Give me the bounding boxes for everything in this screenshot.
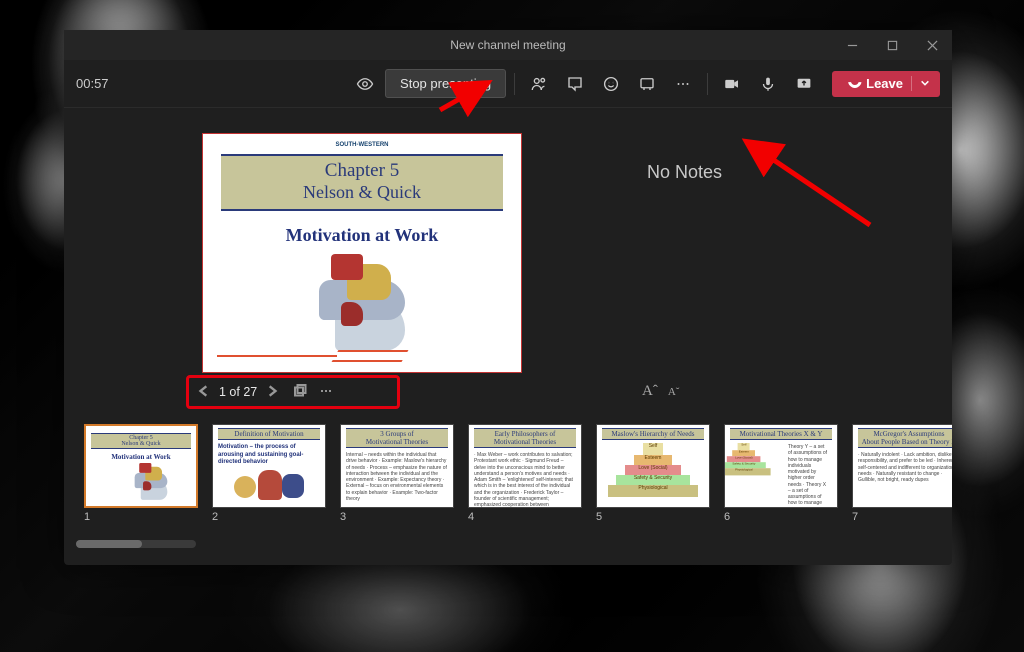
people-icon[interactable]: [523, 68, 555, 100]
notes-font-size-controls: Aˆ Aˇ: [642, 383, 679, 400]
slide-publisher-logo: SOUTH-WESTERN: [203, 142, 521, 148]
slide-main-title: Motivation at Work: [203, 225, 521, 246]
private-view-icon[interactable]: [349, 68, 381, 100]
window-close-button[interactable]: [912, 30, 952, 60]
chat-icon[interactable]: [559, 68, 591, 100]
window-controls: [832, 30, 952, 60]
slide-title-bar: Chapter 5 Nelson & Quick: [221, 154, 503, 211]
thumb-body: · Naturally indolent · Lack ambition, di…: [853, 451, 952, 484]
thumb-body: · Max Weber – work contributes to salvat…: [469, 451, 581, 508]
thumbnail[interactable]: McGregor's Assumptions About People Base…: [852, 424, 952, 524]
thumb-number: 1: [84, 511, 198, 523]
next-slide-button[interactable]: [265, 384, 279, 401]
thumbnail[interactable]: Early Philosophers of Motivational Theor…: [468, 424, 582, 524]
toolbar-separator: [514, 73, 515, 95]
chevron-down-icon: [911, 76, 930, 91]
thumb-bar-line: Maslow's Hierarchy of Needs: [602, 428, 704, 440]
teams-meeting-window: New channel meeting 00:57 Stop presentin…: [64, 30, 952, 565]
thumb-title: Motivation at Work: [86, 453, 196, 461]
slide-accent-line: [217, 352, 457, 360]
thumbnail-scrollbar[interactable]: [76, 540, 196, 548]
slide-counter: 1 of 27: [219, 385, 257, 399]
pyramid-graphic: Self Esteem Love (Social) Safety & Secur…: [608, 443, 698, 497]
presenter-view: SOUTH-WESTERN Chapter 5 Nelson & Quick M…: [64, 108, 952, 565]
thumbnail[interactable]: Maslow's Hierarchy of Needs Self Esteem …: [596, 424, 710, 524]
prev-slide-button[interactable]: [197, 384, 211, 401]
thumb-body: Internal – needs within the individual t…: [341, 451, 453, 503]
popout-icon[interactable]: [293, 384, 307, 401]
thumb-body-head: Motivation – the process of arousing and…: [218, 444, 303, 465]
slide-navigation-bar: 1 of 27: [186, 375, 400, 409]
thumb-bar-line: 3 Groups of: [346, 430, 448, 438]
more-actions-icon[interactable]: [667, 68, 699, 100]
thumb-number: 2: [212, 511, 326, 523]
font-increase-button[interactable]: Aˆ: [642, 383, 658, 400]
thumb-bar-line: Motivational Theories: [346, 438, 448, 446]
window-titlebar: New channel meeting: [64, 30, 952, 60]
thumbnail[interactable]: 3 Groups of Motivational Theories Intern…: [340, 424, 454, 524]
mic-icon[interactable]: [752, 68, 784, 100]
thumb-bar-line: About People Based on Theory X: [858, 438, 952, 446]
thumbnail[interactable]: Motivational Theories X & Y Self Esteem …: [724, 424, 838, 524]
window-maximize-button[interactable]: [872, 30, 912, 60]
stop-presenting-button[interactable]: Stop presenting: [385, 69, 506, 98]
scrollbar-thumb[interactable]: [76, 540, 142, 548]
pyramid-level: Self: [643, 443, 663, 455]
thumb-number: 4: [468, 511, 582, 523]
leave-button-label: Leave: [866, 76, 903, 91]
call-timer: 00:57: [76, 76, 109, 91]
window-minimize-button[interactable]: [832, 30, 872, 60]
thumb-body: Theory Y – a set of assumptions of how t…: [783, 443, 834, 508]
thumb-bar-line: Definition of Motivation: [218, 428, 320, 440]
thumbnail[interactable]: Chapter 5 Nelson & Quick Motivation at W…: [84, 424, 198, 524]
font-decrease-button[interactable]: Aˇ: [668, 386, 680, 398]
thumb-bar-line: McGregor's Assumptions: [858, 430, 952, 438]
pyramid-graphic: Self Esteem Love (Social) Safety & Secur…: [728, 443, 760, 469]
thumb-bar-line: Nelson & Quick: [91, 441, 191, 447]
pyramid-level: Love (Social): [625, 465, 681, 475]
reactions-icon[interactable]: [595, 68, 627, 100]
slide-chapter-label: Chapter 5: [221, 160, 503, 182]
notes-empty-label: No Notes: [647, 162, 722, 183]
toolbar-separator: [707, 73, 708, 95]
share-screen-icon[interactable]: [788, 68, 820, 100]
more-slide-options-icon[interactable]: [319, 384, 333, 401]
thumb-bar-line: Motivational Theories X & Y: [730, 428, 832, 440]
pyramid-level: Physiological: [724, 468, 771, 475]
thumb-number: 6: [724, 511, 838, 523]
camera-icon[interactable]: [716, 68, 748, 100]
thumb-number: 7: [852, 511, 952, 523]
pyramid-level: Self: [738, 443, 750, 450]
pyramid-level: Esteem: [634, 455, 672, 465]
thumb-bar-line: Motivational Theories: [474, 438, 576, 446]
thumbnail-strip[interactable]: Chapter 5 Nelson & Quick Motivation at W…: [84, 424, 952, 524]
pyramid-level: Safety & Security: [616, 475, 690, 485]
current-slide[interactable]: SOUTH-WESTERN Chapter 5 Nelson & Quick M…: [202, 133, 522, 373]
leave-button[interactable]: Leave: [832, 71, 940, 97]
meeting-toolbar: 00:57 Stop presenting: [64, 60, 952, 108]
slide-decorative-graphic: [297, 254, 427, 364]
rooms-icon[interactable]: [631, 68, 663, 100]
thumbnail[interactable]: Definition of Motivation Motivation – th…: [212, 424, 326, 524]
thumb-bar-line: Early Philosophers of: [474, 430, 576, 438]
slide-authors-label: Nelson & Quick: [221, 182, 503, 203]
thumb-number: 5: [596, 511, 710, 523]
thumb-number: 3: [340, 511, 454, 523]
window-title: New channel meeting: [450, 38, 565, 52]
pyramid-level: Physiological: [608, 485, 698, 497]
